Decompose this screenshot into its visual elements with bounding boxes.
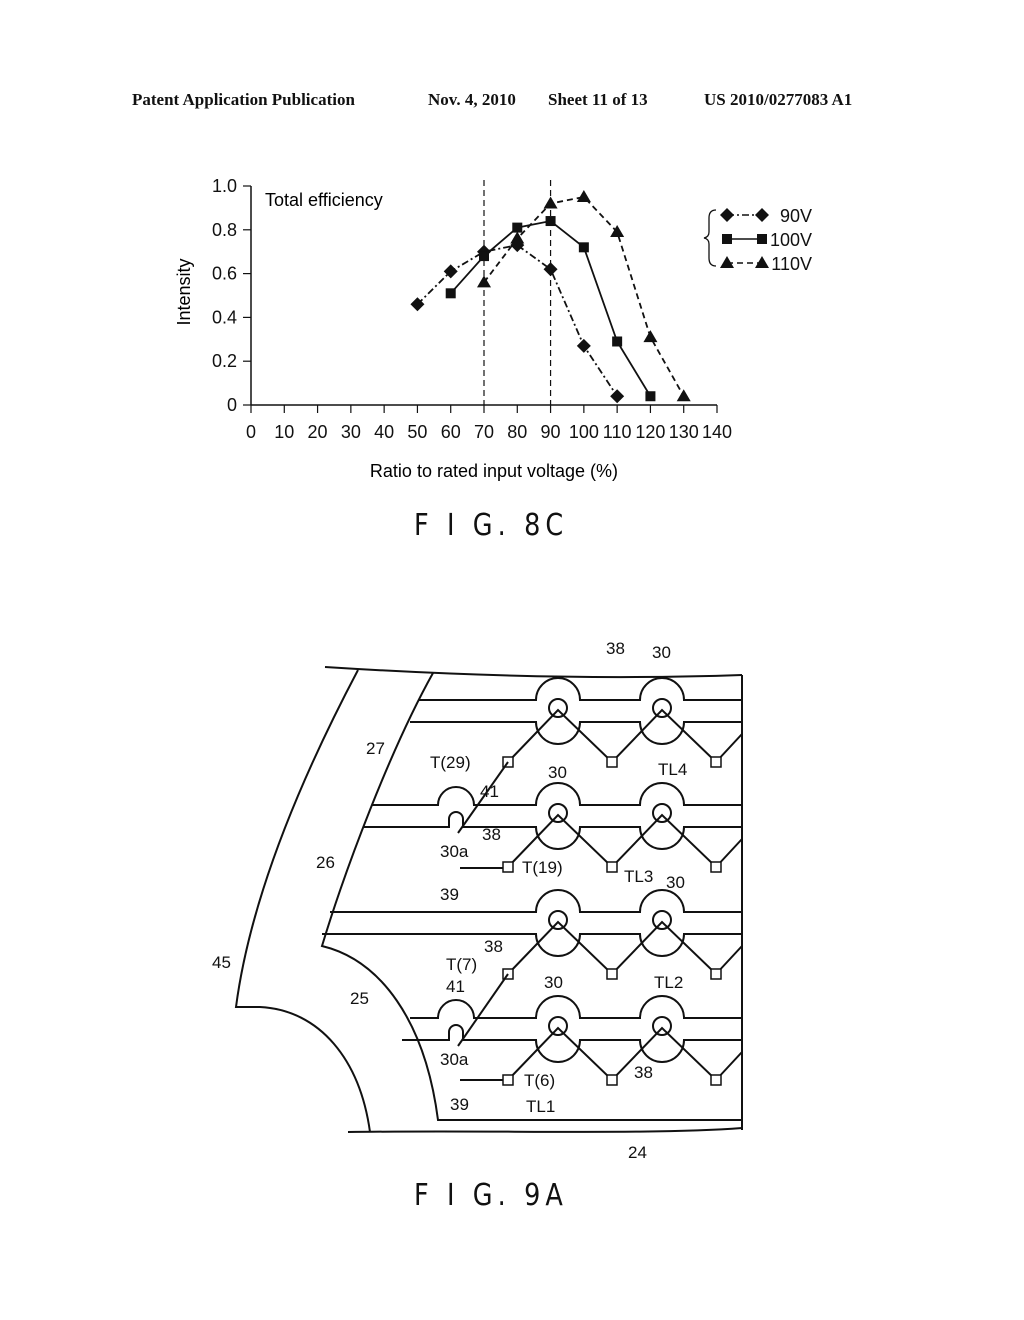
stripe-bottom-edge — [410, 721, 742, 745]
stripe-top-edge — [418, 677, 742, 701]
hole-30 — [652, 803, 672, 823]
terminal — [710, 968, 722, 980]
stripe — [402, 995, 743, 1086]
stripe-top-edge — [410, 995, 742, 1019]
label-38: 38 — [482, 825, 501, 844]
connector-41 — [457, 973, 509, 1047]
terminal — [606, 1074, 618, 1086]
label-26: 26 — [316, 853, 335, 872]
fig9a-diagram: 38 30 27 T(29) TL4 41 30 30a 38 26 T(19)… — [212, 639, 743, 1162]
label-25: 25 — [350, 989, 369, 1008]
hole-30 — [652, 698, 672, 718]
terminal — [710, 1074, 722, 1086]
zigzag-trace-38 — [507, 708, 743, 764]
label-30: 30 — [666, 873, 685, 892]
stripe-top-edge — [372, 782, 742, 806]
label-t29: T(29) — [430, 753, 471, 772]
terminal — [710, 756, 722, 768]
label-45: 45 — [212, 953, 231, 972]
label-30: 30 — [544, 973, 563, 992]
hole-30 — [652, 1016, 672, 1036]
label-t6: T(6) — [524, 1071, 555, 1090]
label-tl2: TL2 — [654, 973, 683, 992]
stripe — [322, 889, 743, 980]
label-27: 27 — [366, 739, 385, 758]
terminal — [606, 968, 618, 980]
hole-30 — [548, 1016, 568, 1036]
label-39: 39 — [450, 1095, 469, 1114]
boundary-bottom — [347, 1127, 743, 1133]
label-38: 38 — [484, 937, 503, 956]
terminal — [502, 861, 514, 873]
label-38: 38 — [634, 1063, 653, 1082]
terminal — [502, 1074, 514, 1086]
terminal — [606, 861, 618, 873]
terminal — [606, 756, 618, 768]
label-38: 38 — [606, 639, 625, 658]
label-t7: T(7) — [446, 955, 477, 974]
label-41: 41 — [446, 977, 465, 996]
label-tl4: TL4 — [658, 760, 687, 779]
hole-30 — [548, 698, 568, 718]
label-39: 39 — [440, 885, 459, 904]
hole-30 — [548, 910, 568, 930]
outer-arc-45 — [234, 669, 371, 1133]
label-30a: 30a — [440, 1050, 469, 1069]
label-30a: 30a — [440, 842, 469, 861]
label-t19: T(19) — [522, 858, 563, 877]
label-24: 24 — [628, 1143, 647, 1162]
label-tl3: TL3 — [624, 867, 653, 886]
stripe-top-edge — [330, 889, 742, 913]
terminal — [710, 861, 722, 873]
label-30: 30 — [652, 643, 671, 662]
label-tl1: TL1 — [526, 1097, 555, 1116]
hole-30 — [652, 910, 672, 930]
label-41: 41 — [480, 782, 499, 801]
figure-9a-label: F I G. 9A — [414, 1178, 568, 1213]
hole-30 — [548, 803, 568, 823]
zigzag-trace-38 — [507, 920, 743, 976]
boundary-top — [324, 666, 743, 678]
label-30: 30 — [548, 763, 567, 782]
